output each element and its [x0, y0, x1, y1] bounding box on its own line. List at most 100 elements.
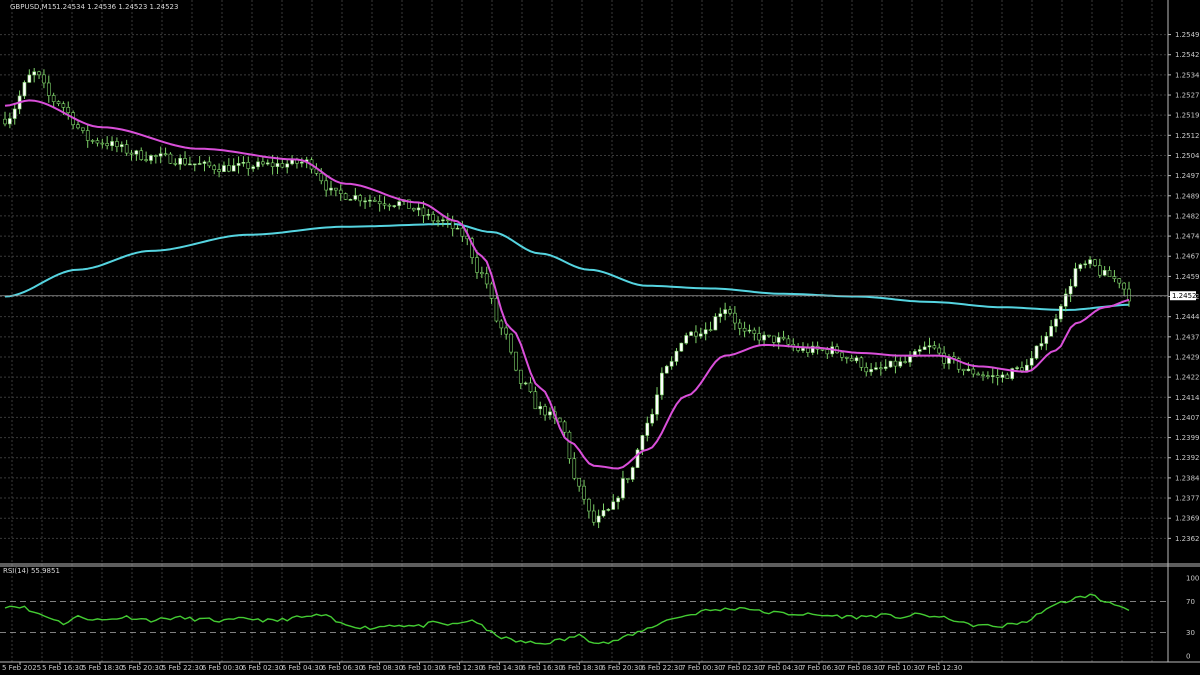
- candle-body: [1015, 367, 1019, 369]
- candle-body: [699, 333, 703, 337]
- candle-body: [61, 103, 66, 108]
- candle-body: [484, 273, 489, 285]
- candle: [168, 152, 173, 164]
- candle-body: [348, 199, 353, 201]
- candle-body: [1029, 357, 1034, 366]
- candle-body: [222, 165, 226, 172]
- candle-body: [3, 118, 7, 125]
- time-tick-label: 6 Feb 22:30: [641, 664, 682, 672]
- candle-body: [392, 205, 397, 207]
- candle-body: [110, 141, 114, 147]
- time-tick-label: 7 Feb 12:30: [921, 664, 962, 672]
- candle-body: [528, 382, 533, 393]
- candle-body: [324, 180, 328, 191]
- candle-body: [621, 478, 625, 499]
- price-tick-label: 1.23620: [1175, 535, 1200, 543]
- candle-body: [757, 333, 762, 341]
- price-tick-label: 1.24220: [1175, 374, 1200, 382]
- candle-body: [538, 406, 543, 410]
- time-tick-label: 7 Feb 02:30: [721, 664, 762, 672]
- candle-body: [197, 163, 202, 165]
- candle-body: [664, 365, 669, 374]
- candle-body: [655, 394, 659, 415]
- rsi-header-label: RSI(14) 55.9851: [3, 567, 60, 575]
- candle-body: [32, 71, 37, 76]
- candle-body: [932, 345, 937, 349]
- candle-body: [489, 283, 494, 299]
- chart-header-symbol: GBPUSD,M15: [10, 3, 57, 11]
- candle-body: [562, 421, 567, 433]
- candle-body: [261, 161, 265, 165]
- candle-body: [431, 214, 435, 222]
- candle-body: [1088, 259, 1092, 265]
- candle-body: [100, 142, 105, 145]
- candle-body: [514, 351, 518, 371]
- candle-body: [917, 349, 922, 352]
- candle-body: [888, 360, 893, 368]
- candle-body: [372, 199, 377, 202]
- candle-body: [864, 367, 869, 373]
- candle-body: [178, 158, 182, 165]
- candle-body: [334, 187, 338, 191]
- candle-body: [397, 201, 401, 206]
- candle-body: [144, 159, 148, 161]
- trading-chart[interactable]: 1.25495 1.25420 1.25345 1.25270 1.25195 1.251…: [0, 0, 1200, 675]
- candle-body: [679, 342, 684, 352]
- candle-body: [557, 417, 562, 423]
- candle-body: [1078, 264, 1083, 269]
- candle-body: [231, 165, 236, 172]
- candle-body: [338, 189, 343, 194]
- current-price-tag: 1.24523: [1170, 291, 1200, 301]
- rsi-tick-label: 70: [1186, 598, 1195, 606]
- candle-body: [455, 227, 460, 230]
- candle-body: [163, 153, 168, 156]
- candle: [679, 342, 684, 352]
- candle-body: [207, 161, 212, 167]
- candle-body: [869, 369, 873, 373]
- time-tick-label: 5 Feb 18:30: [82, 664, 123, 672]
- candle-body: [854, 357, 859, 362]
- candle-body: [669, 361, 674, 367]
- candle-body: [981, 374, 985, 377]
- candle-body: [1068, 286, 1073, 295]
- candle-body: [363, 200, 367, 203]
- candle-body: [1049, 326, 1053, 337]
- candle-body: [275, 163, 280, 167]
- candle-body: [499, 320, 504, 329]
- candle-body: [119, 144, 124, 147]
- candle-body: [1122, 282, 1126, 290]
- candle: [664, 364, 669, 374]
- candle-body: [115, 141, 119, 147]
- time-tick-label: 6 Feb 18:30: [561, 664, 602, 672]
- candle-body: [42, 74, 46, 84]
- price-tick-label: 1.25270: [1175, 92, 1200, 100]
- candle-body: [280, 163, 285, 168]
- time-tick-label: 7 Feb 08:30: [841, 664, 882, 672]
- chart-background: [0, 0, 1200, 675]
- price-tick-label: 1.24595: [1175, 273, 1200, 281]
- time-tick-label: 5 Feb 16:30: [42, 664, 83, 672]
- candle-body: [426, 214, 431, 216]
- time-tick-label: 5 Feb 20:30: [122, 664, 163, 672]
- candle-body: [51, 95, 56, 102]
- candle-body: [212, 165, 217, 170]
- candle-body: [626, 478, 630, 480]
- price-tick-label: 1.23995: [1175, 434, 1200, 442]
- candle-body: [533, 391, 538, 410]
- candle-body: [1112, 276, 1117, 279]
- candle-body: [922, 346, 927, 350]
- candle-body: [898, 361, 903, 367]
- price-tick-label: 1.23695: [1175, 515, 1200, 523]
- candle-body: [893, 360, 898, 367]
- candle-body: [879, 367, 883, 370]
- candle-body: [368, 199, 372, 202]
- price-tick-label: 1.25195: [1175, 112, 1200, 120]
- time-tick-label: 6 Feb 06:30: [322, 664, 363, 672]
- candle-body: [188, 163, 192, 166]
- candle-body: [1000, 374, 1005, 378]
- rsi-tick-label: 30: [1186, 629, 1195, 637]
- candle-body: [616, 497, 620, 503]
- candle-body: [46, 82, 51, 96]
- candle-body: [806, 348, 810, 353]
- rsi-tick-label: 100: [1186, 575, 1199, 583]
